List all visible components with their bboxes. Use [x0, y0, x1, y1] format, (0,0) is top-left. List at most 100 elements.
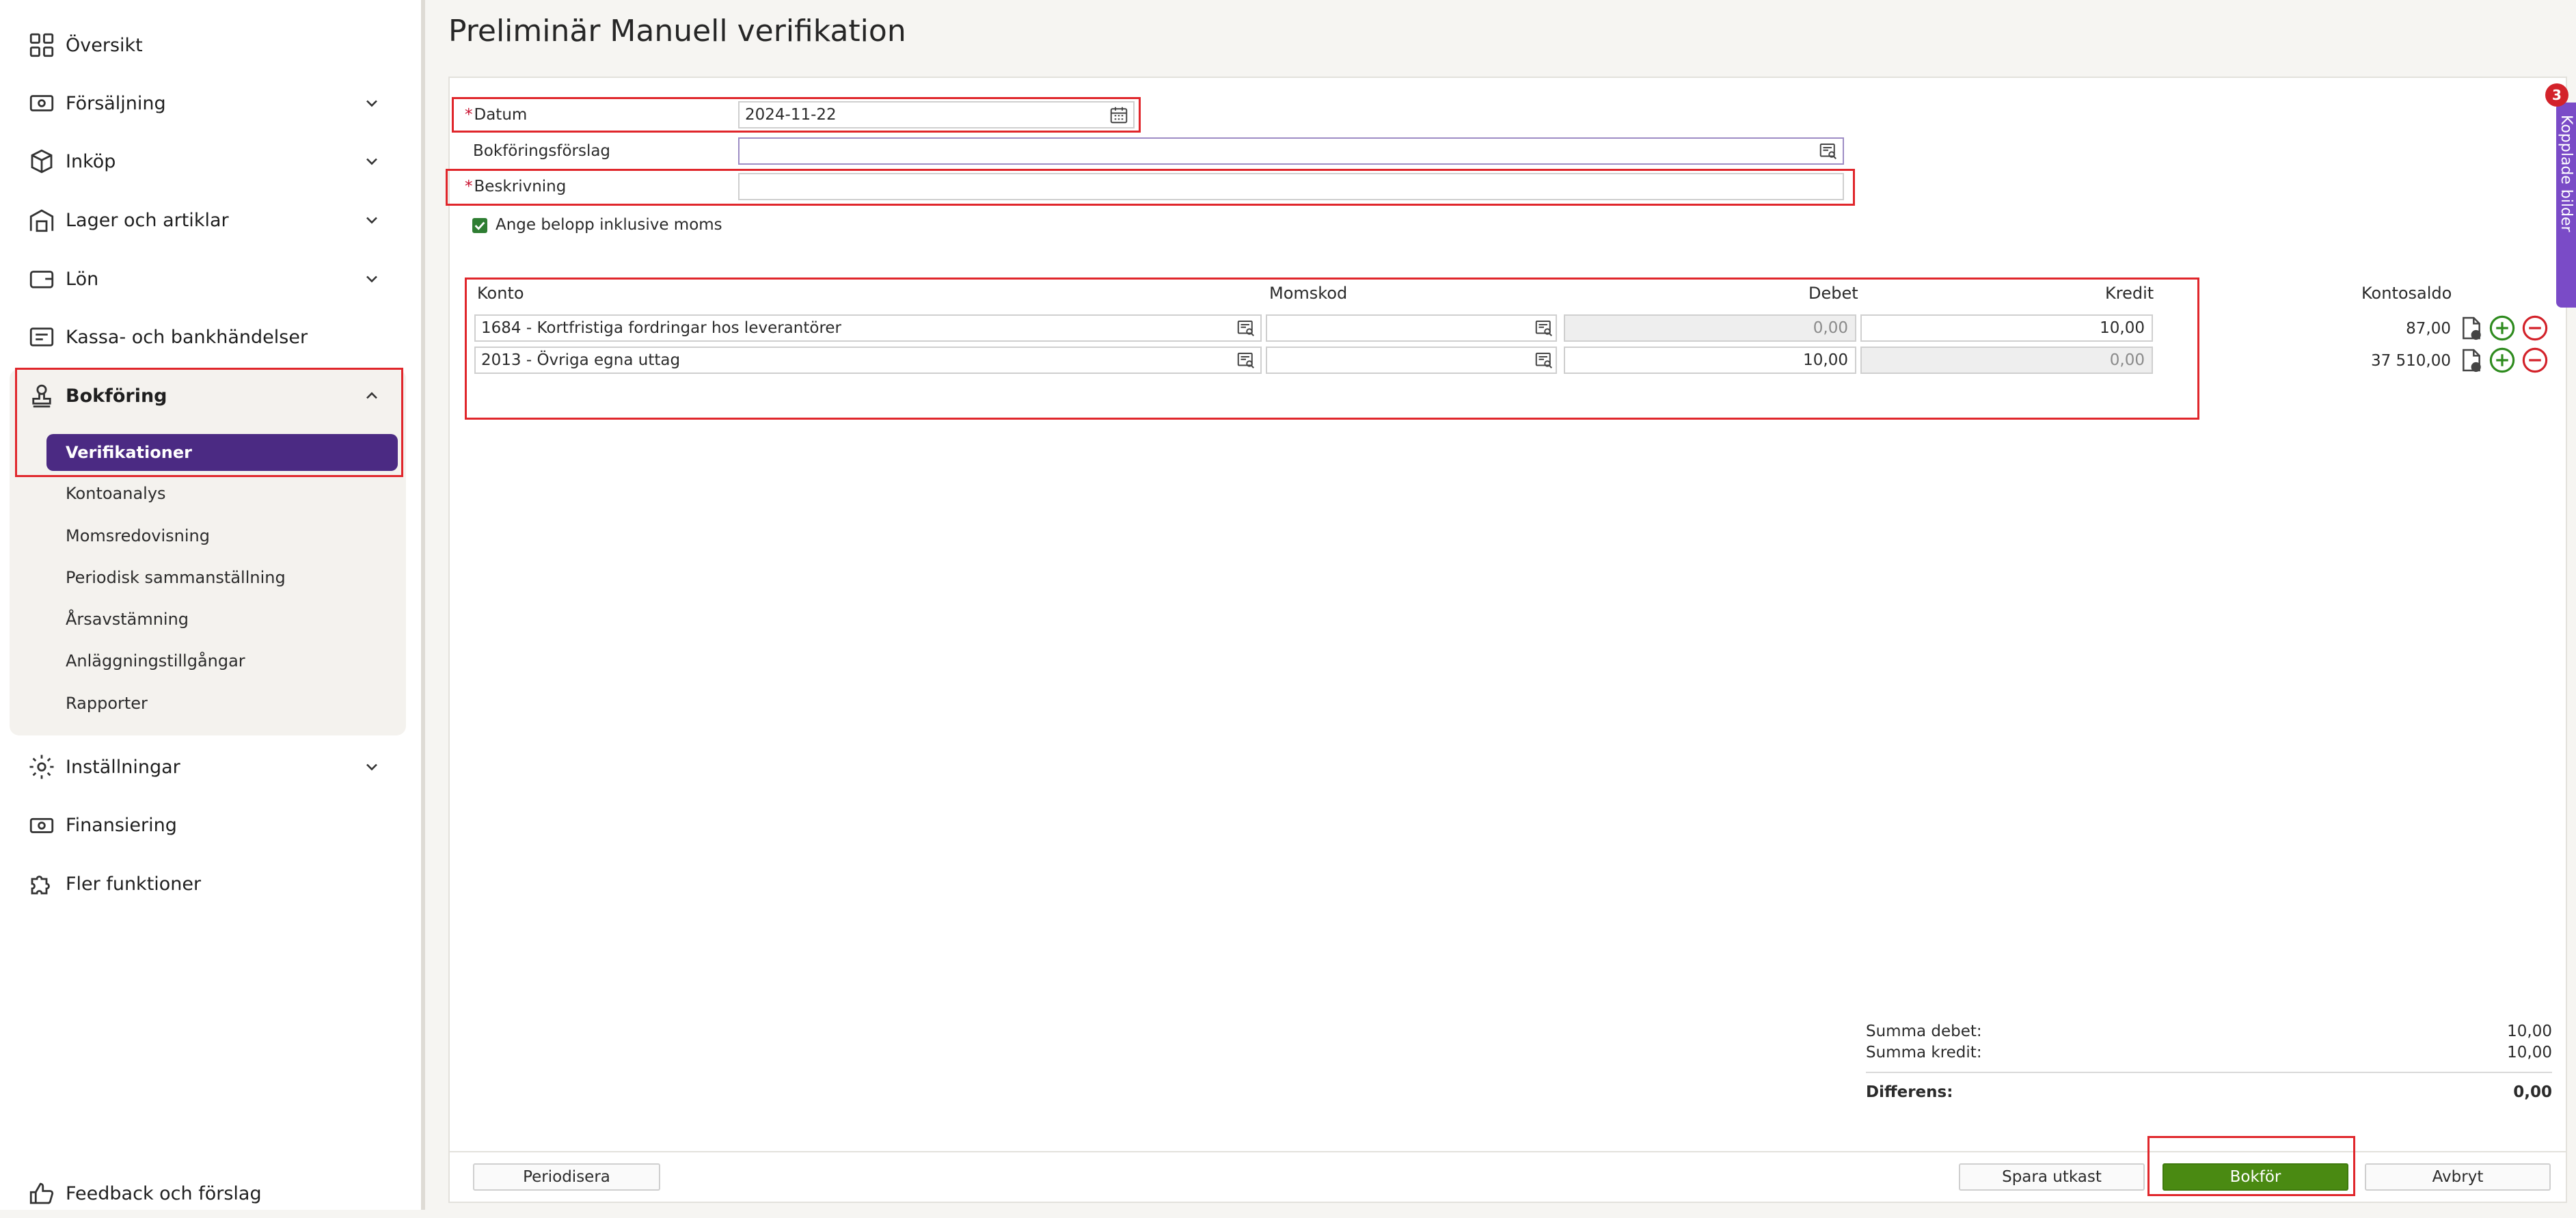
nav-installningar[interactable]: Inställningar: [0, 742, 410, 791]
chevron-down-icon: [366, 100, 377, 107]
document-icon[interactable]: [2458, 347, 2485, 374]
nav-label: Inställningar: [66, 756, 180, 778]
remove-row-icon[interactable]: [2521, 346, 2549, 375]
chevron-down-icon: [366, 217, 377, 224]
beskrivning-input[interactable]: [738, 173, 1844, 200]
nav-finansiering[interactable]: Finansiering: [0, 800, 410, 850]
nav-label: Lön: [66, 268, 99, 290]
nav-oversikt[interactable]: Översikt: [0, 21, 410, 70]
chevron-down-icon: [366, 158, 377, 165]
bank-icon: [29, 327, 54, 347]
col-konto: Konto: [477, 284, 524, 303]
lookup-icon[interactable]: [1534, 318, 1554, 338]
nav-label: Feedback och förslag: [66, 1182, 262, 1204]
nav-inkop[interactable]: Inköp: [0, 137, 410, 186]
moms-checkbox[interactable]: [472, 218, 487, 233]
stamp-icon: [32, 384, 51, 408]
sub-momsredovisning[interactable]: Momsredovisning: [66, 526, 210, 545]
add-row-icon[interactable]: [2488, 346, 2517, 375]
kredit-input: 0,00: [1860, 347, 2153, 374]
col-debet: Debet: [1808, 284, 1858, 303]
nav-lager[interactable]: Lager och artiklar: [0, 195, 410, 245]
wallet-icon: [29, 271, 54, 288]
bokfor-button[interactable]: Bokför: [2163, 1163, 2348, 1191]
nav-bokforing[interactable]: Bokföring: [0, 371, 410, 420]
nav-label: Bokföring: [66, 385, 167, 407]
col-kredit: Kredit: [2105, 284, 2154, 303]
sub-periodisk[interactable]: Periodisk sammanställning: [66, 568, 286, 587]
cash-icon: [29, 95, 54, 111]
lookup-icon[interactable]: [1236, 350, 1256, 370]
col-kontosaldo: Kontosaldo: [2361, 284, 2452, 303]
chevron-down-icon: [366, 763, 377, 771]
kontosaldo-value: 37 510,00: [2370, 352, 2451, 370]
nav-label: Försäljning: [66, 92, 166, 114]
summary-divider: [1866, 1072, 2552, 1073]
nav-label: Översikt: [66, 34, 143, 56]
kontosaldo-value: 87,00: [2406, 320, 2451, 338]
momskod-input[interactable]: [1266, 314, 1557, 342]
forslag-label: Bokföringsförslag: [473, 142, 611, 160]
datum-input[interactable]: 2024-11-22: [738, 101, 1135, 128]
datum-label: *Datum: [465, 106, 528, 124]
summa-kredit-label: Summa kredit:: [1866, 1044, 1982, 1061]
lookup-icon[interactable]: [1818, 141, 1839, 161]
nav-label: Finansiering: [66, 814, 177, 836]
kopplade-bilder-tab[interactable]: Kopplade bilder: [2556, 103, 2576, 308]
momskod-input[interactable]: [1266, 347, 1557, 374]
thumbs-up-icon: [29, 1182, 54, 1204]
nav-label: Fler funktioner: [66, 873, 202, 895]
gear-icon: [29, 755, 54, 779]
box-icon: [31, 149, 53, 174]
add-row-icon[interactable]: [2488, 314, 2517, 342]
sub-kontoanalys[interactable]: Kontoanalys: [66, 484, 166, 503]
remove-row-icon[interactable]: [2521, 314, 2549, 342]
col-momskod: Momskod: [1269, 284, 1348, 303]
differens-value: 0,00: [2513, 1083, 2552, 1101]
moms-checkbox-label[interactable]: Ange belopp inklusive moms: [496, 216, 722, 234]
sidebar: Översikt Försäljning Inköp Lager och art…: [0, 0, 425, 1210]
page-title: Preliminär Manuell verifikation: [448, 14, 906, 49]
spara-utkast-button[interactable]: Spara utkast: [1959, 1163, 2145, 1191]
warehouse-icon: [29, 209, 54, 232]
summa-debet-value: 10,00: [2507, 1023, 2552, 1040]
beskrivning-label: *Beskrivning: [465, 178, 567, 195]
lookup-icon[interactable]: [1236, 318, 1256, 338]
sub-anlaggning[interactable]: Anläggningstillgångar: [66, 651, 245, 671]
nav-label: Kassa- och bankhändelser: [66, 326, 308, 348]
chevron-up-icon: [366, 392, 377, 399]
debet-input: 0,00: [1564, 314, 1856, 342]
periodisera-button[interactable]: Periodisera: [473, 1163, 660, 1191]
chevron-down-icon: [366, 275, 377, 283]
summa-kredit-value: 10,00: [2507, 1044, 2552, 1061]
summa-debet-label: Summa debet:: [1866, 1023, 1982, 1040]
calendar-icon[interactable]: [1109, 105, 1129, 125]
lookup-icon[interactable]: [1534, 350, 1554, 370]
nav-label: Lager och artiklar: [66, 209, 229, 231]
konto-input[interactable]: 2013 - Övriga egna uttag: [474, 347, 1262, 374]
differens-label: Differens:: [1866, 1083, 1953, 1101]
footer-divider: [448, 1151, 2567, 1152]
kredit-input[interactable]: 10,00: [1860, 314, 2153, 342]
sub-arsavstamning[interactable]: Årsavstämning: [66, 610, 189, 629]
grid-icon: [29, 33, 54, 57]
nav-fler-funktioner[interactable]: Fler funktioner: [0, 859, 410, 908]
nav-label: Inköp: [66, 150, 116, 172]
puzzle-icon: [31, 876, 50, 895]
bokforing-group: [10, 369, 406, 735]
kopplade-bilder-badge: 3: [2545, 83, 2568, 107]
debet-input[interactable]: 10,00: [1564, 347, 1856, 374]
money-icon: [29, 817, 54, 833]
avbryt-button[interactable]: Avbryt: [2365, 1163, 2551, 1191]
document-icon[interactable]: [2458, 314, 2485, 342]
nav-forsaljning[interactable]: Försäljning: [0, 79, 410, 128]
nav-kassa-bank[interactable]: Kassa- och bankhändelser: [0, 312, 410, 362]
nav-feedback[interactable]: Feedback och förslag: [0, 1169, 410, 1218]
bokforingsforslag-input[interactable]: [738, 137, 1844, 165]
konto-input[interactable]: 1684 - Kortfristiga fordringar hos lever…: [474, 314, 1262, 342]
check-icon: [474, 221, 485, 230]
verification-card: [448, 77, 2567, 1203]
sub-rapporter[interactable]: Rapporter: [66, 694, 148, 713]
nav-lon[interactable]: Lön: [0, 254, 410, 303]
sub-verifikationer[interactable]: Verifikationer: [46, 434, 398, 471]
